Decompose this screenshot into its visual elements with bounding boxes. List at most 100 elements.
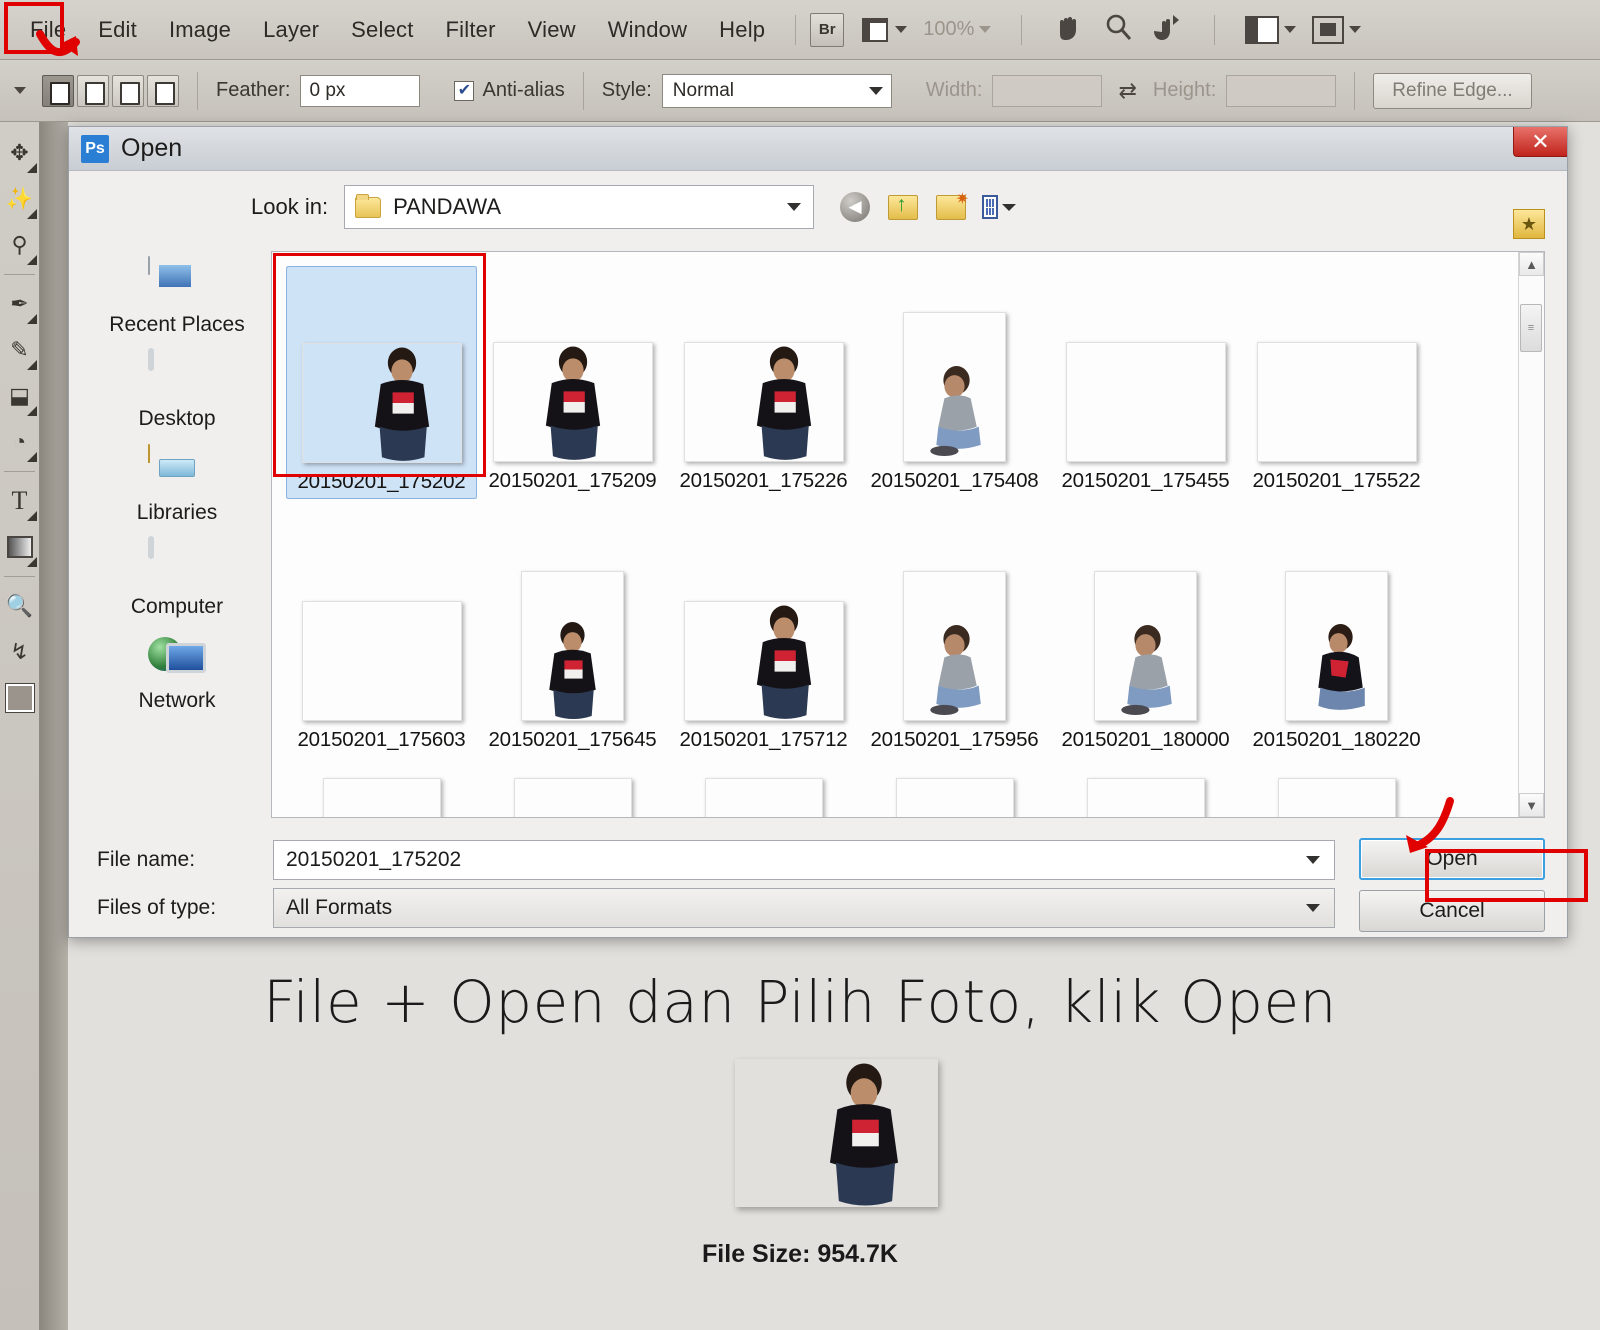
menu-item-help[interactable]: Help [703, 11, 781, 49]
file-item[interactable]: 20150201_175603 [286, 525, 477, 752]
file-item[interactable]: 20150201_175202 [286, 266, 477, 499]
subtract-from-selection-button[interactable] [112, 74, 144, 107]
close-icon[interactable]: ✕ [1513, 127, 1567, 157]
anti-alias-checkbox[interactable]: ✔ Anti-alias [454, 79, 565, 102]
create-new-folder-icon[interactable] [934, 189, 969, 223]
dialog-title-bar[interactable]: Ps Open ✕ [69, 127, 1567, 171]
paint-bucket-tool[interactable]: ⬓ [0, 373, 39, 419]
place-item-network[interactable]: Network [102, 633, 252, 713]
swap-width-height-icon[interactable]: ⇄ [1118, 78, 1136, 104]
blur-tool[interactable]: ◔ [0, 419, 39, 465]
file-item[interactable]: 20150201_180000 [1050, 525, 1241, 752]
new-selection-button[interactable] [42, 74, 74, 107]
open-button[interactable]: Open [1359, 838, 1545, 880]
tool-options-bar: Feather: 0 px ✔ Anti-alias Style: Normal… [0, 60, 1600, 122]
menu-divider [795, 14, 797, 45]
file-item[interactable]: 20150201_175712 [668, 525, 859, 752]
zoom-icon[interactable] [1102, 11, 1134, 48]
bridge-icon[interactable]: Br [810, 12, 845, 47]
file-item[interactable]: 20150201_175226 [668, 266, 859, 499]
file-thumbnail [322, 778, 441, 817]
menu-item-image[interactable]: Image [153, 11, 247, 49]
scrollbar-track[interactable]: ≡ [1519, 276, 1544, 793]
menu-item-file[interactable]: File [14, 11, 82, 49]
place-label: Network [138, 689, 216, 712]
file-item-partial[interactable] [286, 778, 477, 817]
intersect-selection-button[interactable] [147, 74, 179, 107]
rotate-view-icon[interactable] [1150, 11, 1184, 48]
file-item[interactable]: 20150201_175209 [477, 266, 668, 499]
file-thumbnail-wrap [297, 525, 465, 721]
type-tool[interactable]: T [0, 478, 39, 524]
chevron-down-icon[interactable] [1306, 904, 1320, 912]
hand-icon[interactable] [1052, 11, 1086, 48]
file-name-input[interactable]: 20150201_175202 [273, 840, 1335, 880]
file-item-partial[interactable] [859, 778, 1050, 817]
rotate-tool[interactable]: ↯ [0, 629, 39, 675]
file-item-partial[interactable] [1241, 778, 1432, 817]
screen-mode-icon[interactable] [1312, 15, 1362, 44]
files-of-type-select[interactable]: All Formats [273, 888, 1335, 928]
menu-item-layer[interactable]: Layer [247, 11, 335, 49]
file-item[interactable]: 20150201_175455 [1050, 266, 1241, 499]
toolbar-divider [1021, 14, 1023, 45]
file-list-scrollbar[interactable]: ▲ ≡ ▼ [1518, 252, 1544, 817]
menu-item-select[interactable]: Select [335, 11, 429, 49]
menu-item-filter[interactable]: Filter [430, 11, 512, 49]
tool-divider-2 [4, 471, 35, 472]
place-item-desktop[interactable]: Desktop [102, 348, 252, 431]
files-of-type-row: Files of type: All Formats [97, 884, 1335, 932]
file-item[interactable]: 20150201_175522 [1241, 266, 1432, 499]
gradient-tool[interactable] [0, 524, 39, 570]
menu-item-edit[interactable]: Edit [82, 11, 153, 49]
file-thumbnail [1285, 571, 1388, 721]
foreground-color[interactable] [0, 675, 39, 721]
move-tool[interactable]: ✥ [0, 130, 39, 176]
refine-edge-button[interactable]: Refine Edge... [1373, 72, 1532, 109]
place-item-libraries[interactable]: Libraries [102, 444, 252, 525]
height-input[interactable] [1226, 74, 1337, 107]
file-item[interactable]: 20150201_180220 [1241, 525, 1432, 752]
file-item-inner: 20150201_175455 [1061, 266, 1230, 493]
file-item[interactable]: 20150201_175408 [859, 266, 1050, 499]
place-item-computer[interactable]: Computer [102, 536, 252, 619]
chevron-down-icon [895, 26, 908, 33]
tool-preset-chevron-icon[interactable] [14, 87, 26, 94]
zoom-level-display[interactable]: 100% [923, 18, 992, 41]
place-label: Libraries [136, 501, 218, 524]
file-thumbnail [1277, 778, 1396, 817]
scrollbar-thumb[interactable]: ≡ [1520, 304, 1542, 352]
cancel-button[interactable]: Cancel [1359, 890, 1545, 932]
look-in-select[interactable]: PANDAWA [344, 185, 815, 229]
width-input[interactable] [992, 74, 1103, 107]
arrange-documents-icon[interactable] [1245, 15, 1297, 44]
magic-wand-tool[interactable]: ✨ [0, 176, 39, 222]
chevron-down-icon[interactable] [1306, 856, 1320, 864]
place-item-recent-places[interactable]: Recent Places [102, 256, 252, 337]
menu-item-view[interactable]: View [512, 11, 592, 49]
up-one-level-icon[interactable] [886, 191, 920, 223]
file-item-partial[interactable] [477, 778, 668, 817]
file-thumbnail-wrap [1061, 266, 1229, 462]
file-item-partial[interactable] [668, 778, 859, 817]
scroll-down-button[interactable]: ▼ [1519, 793, 1544, 817]
mini-bridge-icon[interactable] [860, 15, 908, 45]
feather-input[interactable]: 0 px [300, 74, 421, 107]
file-item[interactable]: 20150201_175645 [477, 525, 668, 752]
menu-item-window[interactable]: Window [592, 11, 703, 49]
file-list-pane[interactable]: 20150201_175202 20150201_175209 20150201_1… [271, 251, 1545, 818]
scroll-up-button[interactable]: ▲ [1519, 252, 1544, 276]
back-icon[interactable]: ◀ [838, 191, 872, 223]
healing-brush-tool[interactable]: ✎ [0, 327, 39, 373]
file-item[interactable]: 20150201_175956 [859, 525, 1050, 752]
add-to-selection-button[interactable] [77, 74, 109, 107]
file-item-partial[interactable] [1050, 778, 1241, 817]
help-star-icon[interactable]: ★ [1513, 209, 1545, 239]
file-item-inner: 20150201_180000 [1061, 525, 1230, 752]
style-select[interactable]: Normal [661, 73, 892, 108]
eyedropper-tool[interactable]: ⚲ [0, 222, 39, 268]
style-label: Style: [601, 79, 652, 101]
brush-tool[interactable]: ✒ [0, 281, 39, 327]
zoom-tool[interactable]: 🔍 [0, 583, 39, 629]
views-icon[interactable] [982, 191, 1017, 223]
